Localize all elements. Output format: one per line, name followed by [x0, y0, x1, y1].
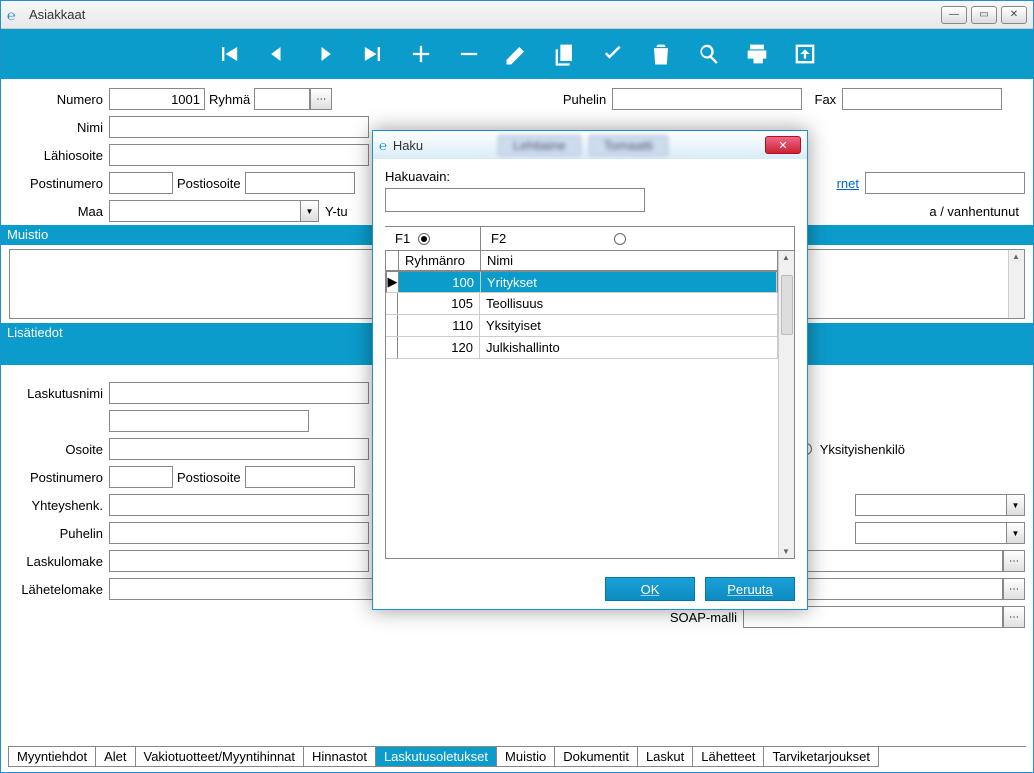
blurred-tab-2: Tomaatti	[589, 135, 668, 156]
f1-label: F1	[395, 231, 410, 246]
hakuavain-label: Hakuavain:	[385, 169, 795, 184]
grid-row[interactable]: ▶100Yritykset	[386, 271, 778, 293]
grid-row[interactable]: 120Julkishallinto	[386, 337, 778, 359]
dialog-title: Haku	[393, 138, 490, 153]
dialog-close-button[interactable]: ✕	[765, 136, 801, 154]
dialog-title-bar: ℮ Haku Lehtiaine Tomaatti ✕	[373, 131, 807, 159]
blurred-tab-1: Lehtiaine	[498, 135, 581, 156]
grid-row[interactable]: 105Teollisuus	[386, 293, 778, 315]
dialog-icon: ℮	[379, 138, 387, 153]
ok-button[interactable]: OK	[605, 577, 695, 601]
col-nimi[interactable]: Nimi	[481, 251, 778, 270]
f2-radio[interactable]	[614, 233, 626, 245]
f1-radio[interactable]	[418, 233, 430, 245]
f2-label: F2	[491, 231, 506, 246]
cancel-button[interactable]: Peruuta	[705, 577, 795, 601]
grid-row[interactable]: 110Yksityiset	[386, 315, 778, 337]
grid-header: Ryhmänro Nimi	[386, 251, 778, 271]
modal-overlay: ℮ Haku Lehtiaine Tomaatti ✕ Hakuavain: F…	[0, 0, 1034, 773]
search-dialog: ℮ Haku Lehtiaine Tomaatti ✕ Hakuavain: F…	[372, 130, 808, 610]
hakuavain-input[interactable]	[385, 188, 645, 212]
col-ryhmanro[interactable]: Ryhmänro	[399, 251, 481, 270]
result-grid: Ryhmänro Nimi ▶100Yritykset105Teollisuus…	[385, 250, 795, 559]
radio-row: F1 F2	[385, 226, 795, 250]
grid-scrollbar[interactable]	[778, 251, 794, 558]
